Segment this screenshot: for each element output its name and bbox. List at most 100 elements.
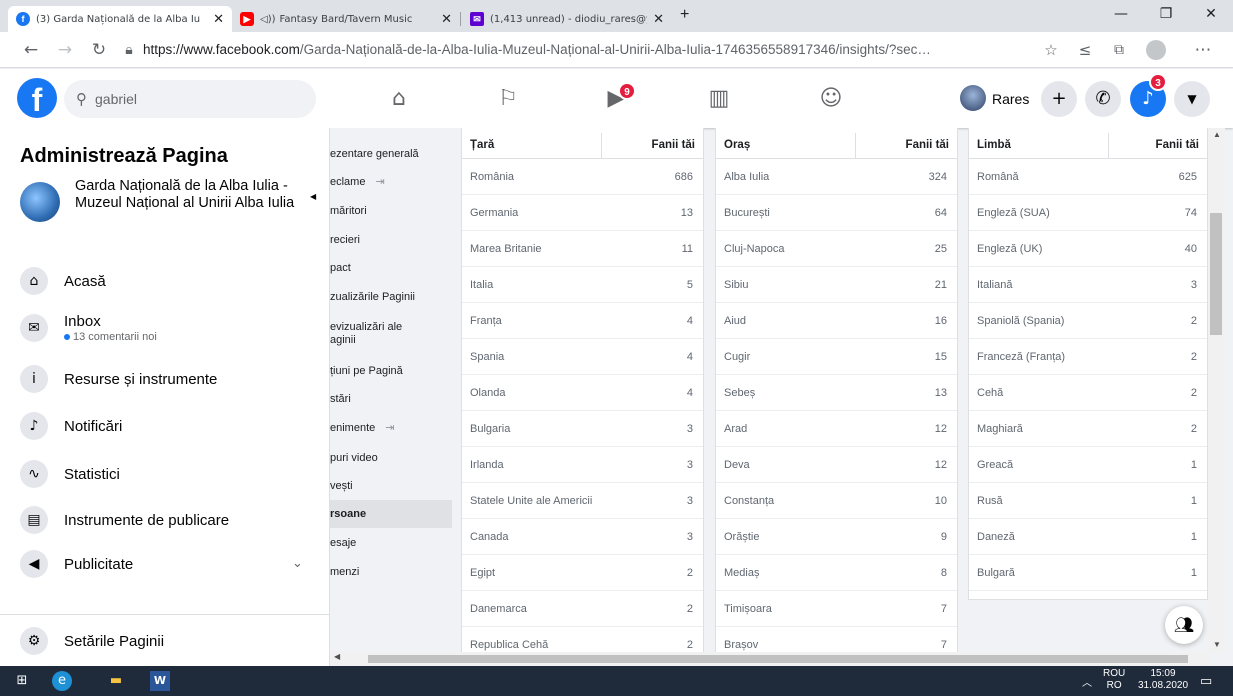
minimize-window-button[interactable]: — — [1098, 6, 1144, 28]
user-avatar[interactable] — [960, 85, 986, 111]
file-explorer-icon[interactable]: ▬ — [106, 671, 126, 691]
subnav-item[interactable]: eclame ⇥ — [330, 168, 452, 196]
search-input[interactable]: ⚲ gabriel — [64, 80, 316, 118]
page-avatar[interactable] — [20, 182, 60, 222]
system-clock[interactable]: 15:09 31.08.2020 — [1138, 668, 1188, 692]
sidebar-item-advertising[interactable]: ◀ Publicitate ⌄ — [0, 544, 329, 584]
column-header[interactable]: Fanii tăi — [906, 139, 949, 151]
input-language[interactable]: ROU RO — [1103, 668, 1125, 692]
facebook-header: f ⚲ gabriel ⌂ ⚐ ▶ 9 ▥ ☺ Rares + ✆ ♪ 3 ▼ — [0, 69, 1233, 128]
row-fan-count: 2 — [686, 603, 693, 615]
browser-menu-icon[interactable]: ⋯ — [1192, 40, 1214, 60]
sidebar-item-inbox[interactable]: ✉ Inbox 13 comentarii noi — [0, 308, 329, 348]
favorite-star-icon[interactable]: ☆ — [1040, 40, 1062, 60]
close-window-button[interactable]: ✕ — [1188, 6, 1233, 28]
table-row: Marea Britanie 11 — [462, 231, 703, 267]
scroll-down-icon[interactable]: ▼ — [1213, 640, 1221, 649]
word-icon[interactable]: W — [150, 671, 170, 691]
subnav-item[interactable]: pact — [330, 254, 452, 282]
bell-icon: ♪ — [20, 412, 48, 440]
browser-tab-yahoo-mail[interactable]: ✉ (1,413 unread) - diodiu_rares@y ✕ — [462, 6, 672, 32]
vertical-scrollbar[interactable]: ▲ ▼ — [1208, 128, 1225, 652]
account-menu-chevron-icon[interactable]: ▼ — [1174, 81, 1210, 117]
home-nav-icon[interactable]: ⌂ — [379, 83, 419, 115]
subnav-item[interactable]: evizualizări ale aginii — [330, 313, 452, 351]
horizontal-scrollbar[interactable]: ◀ — [330, 652, 1210, 666]
pages-nav-icon[interactable]: ⚐ — [488, 83, 528, 115]
row-fan-count: 1 — [1190, 459, 1197, 471]
browser-tab-facebook[interactable]: f (3) Garda Națională de la Alba Iu ✕ — [8, 6, 232, 32]
column-header[interactable]: Limbă — [977, 139, 1011, 151]
column-divider — [855, 133, 856, 159]
url-path: /Garda-Națională-de-la-Alba-Iulia-Muzeul… — [299, 42, 931, 57]
new-tab-button[interactable]: + — [680, 6, 689, 24]
sidebar-item-label: Instrumente de publicare — [64, 511, 230, 529]
edge-browser-icon[interactable]: e — [52, 671, 72, 691]
subnav-item[interactable]: menzi — [330, 558, 452, 586]
table-row: Rusă 1 — [969, 483, 1207, 519]
row-label: Egipt — [470, 567, 496, 579]
audio-playing-icon[interactable]: ◁)) — [260, 14, 276, 25]
close-tab-icon[interactable]: ✕ — [441, 11, 452, 27]
sidebar-item-page-settings[interactable]: ⚙ Setările Paginii — [0, 621, 329, 661]
row-label: Mediaș — [724, 567, 760, 579]
subnav-item[interactable]: vești — [330, 472, 452, 500]
tray-chevron-icon[interactable]: ︿ — [1082, 674, 1092, 689]
close-tab-icon[interactable]: ✕ — [213, 11, 224, 27]
page-name[interactable]: Garda Națională de la Alba Iulia - Muzeu… — [75, 178, 315, 212]
create-button[interactable]: + — [1041, 81, 1077, 117]
restore-window-button[interactable]: ❐ — [1143, 6, 1189, 28]
page-switch-caret-icon[interactable]: ◀ — [310, 192, 316, 201]
collections-icon[interactable]: ⧉ — [1108, 40, 1130, 60]
reload-button[interactable]: ↻ — [88, 40, 110, 60]
subnav-item[interactable]: zualizările Paginii — [330, 283, 452, 311]
subnav-item[interactable]: puri video — [330, 444, 452, 472]
sidebar-item-notifications[interactable]: ♪ Notificări — [0, 406, 329, 446]
scroll-up-icon[interactable]: ▲ — [1213, 130, 1221, 139]
messenger-icon[interactable]: ✆ — [1085, 81, 1121, 117]
marketplace-nav-icon[interactable]: ▥ — [699, 83, 739, 115]
row-label: Engleză (SUA) — [977, 207, 1050, 219]
scrollbar-thumb[interactable] — [368, 655, 1188, 663]
column-header[interactable]: Fanii tăi — [1156, 139, 1199, 151]
sidebar-item-label: Inbox — [64, 313, 101, 330]
sidebar-item-resources[interactable]: i Resurse și instrumente — [0, 359, 329, 399]
subnav-item[interactable]: măritori — [330, 197, 452, 225]
action-center-icon[interactable]: ▭ — [1200, 673, 1212, 689]
subnav-item[interactable]: esaje — [330, 529, 452, 557]
table-row: România 686 — [462, 159, 703, 195]
column-header[interactable]: Oraș — [724, 139, 750, 151]
column-header[interactable]: Fanii tăi — [652, 139, 695, 151]
search-icon: ⚲ — [76, 90, 87, 108]
sidebar-item-publishing-tools[interactable]: ▤ Instrumente de publicare — [0, 500, 329, 540]
back-button[interactable]: ← — [20, 40, 42, 60]
scroll-left-icon[interactable]: ◀ — [334, 652, 340, 661]
sidebar-item-statistics[interactable]: ∿ Statistici — [0, 454, 329, 494]
forward-button[interactable]: → — [54, 40, 76, 60]
subnav-item[interactable]: recieri — [330, 226, 452, 254]
subnav-item[interactable]: enimente ⇥ — [330, 414, 452, 442]
browser-tab-youtube[interactable]: ▶ ◁)) Fantasy Bard/Tavern Music ✕ — [232, 6, 460, 32]
url-field[interactable]: https://www.facebook.com/Garda-Națională… — [143, 42, 1043, 60]
subnav-item[interactable]: țiuni pe Pagină — [330, 357, 452, 385]
contacts-chat-icon[interactable]: 👥︎ — [1165, 606, 1203, 644]
profile-avatar[interactable] — [1146, 40, 1166, 60]
chevron-down-icon[interactable]: ⌄ — [292, 556, 303, 571]
scrollbar-thumb[interactable] — [1210, 213, 1222, 335]
row-fan-count: 2 — [1190, 423, 1197, 435]
subnav-item[interactable]: ezentare generală — [330, 140, 452, 168]
sidebar-item-home[interactable]: ⌂ Acasă — [0, 261, 329, 301]
subnav-item-people[interactable]: rsoane — [330, 500, 452, 528]
favorites-list-icon[interactable]: ≤ — [1074, 40, 1096, 60]
column-header[interactable]: Țară — [470, 139, 494, 151]
row-fan-count: 3 — [686, 531, 693, 543]
groups-nav-icon[interactable]: ☺ — [811, 83, 851, 115]
user-name[interactable]: Rares — [992, 91, 1029, 107]
lock-icon[interactable]: 🔒︎ — [118, 40, 140, 60]
row-fan-count: 3 — [1190, 279, 1197, 291]
windows-start-icon[interactable]: ⊞ — [12, 671, 32, 691]
facebook-logo-icon[interactable]: f — [17, 78, 57, 118]
mail-favicon-icon: ✉ — [470, 12, 484, 26]
close-tab-icon[interactable]: ✕ — [653, 11, 664, 27]
subnav-item[interactable]: stări — [330, 385, 452, 413]
